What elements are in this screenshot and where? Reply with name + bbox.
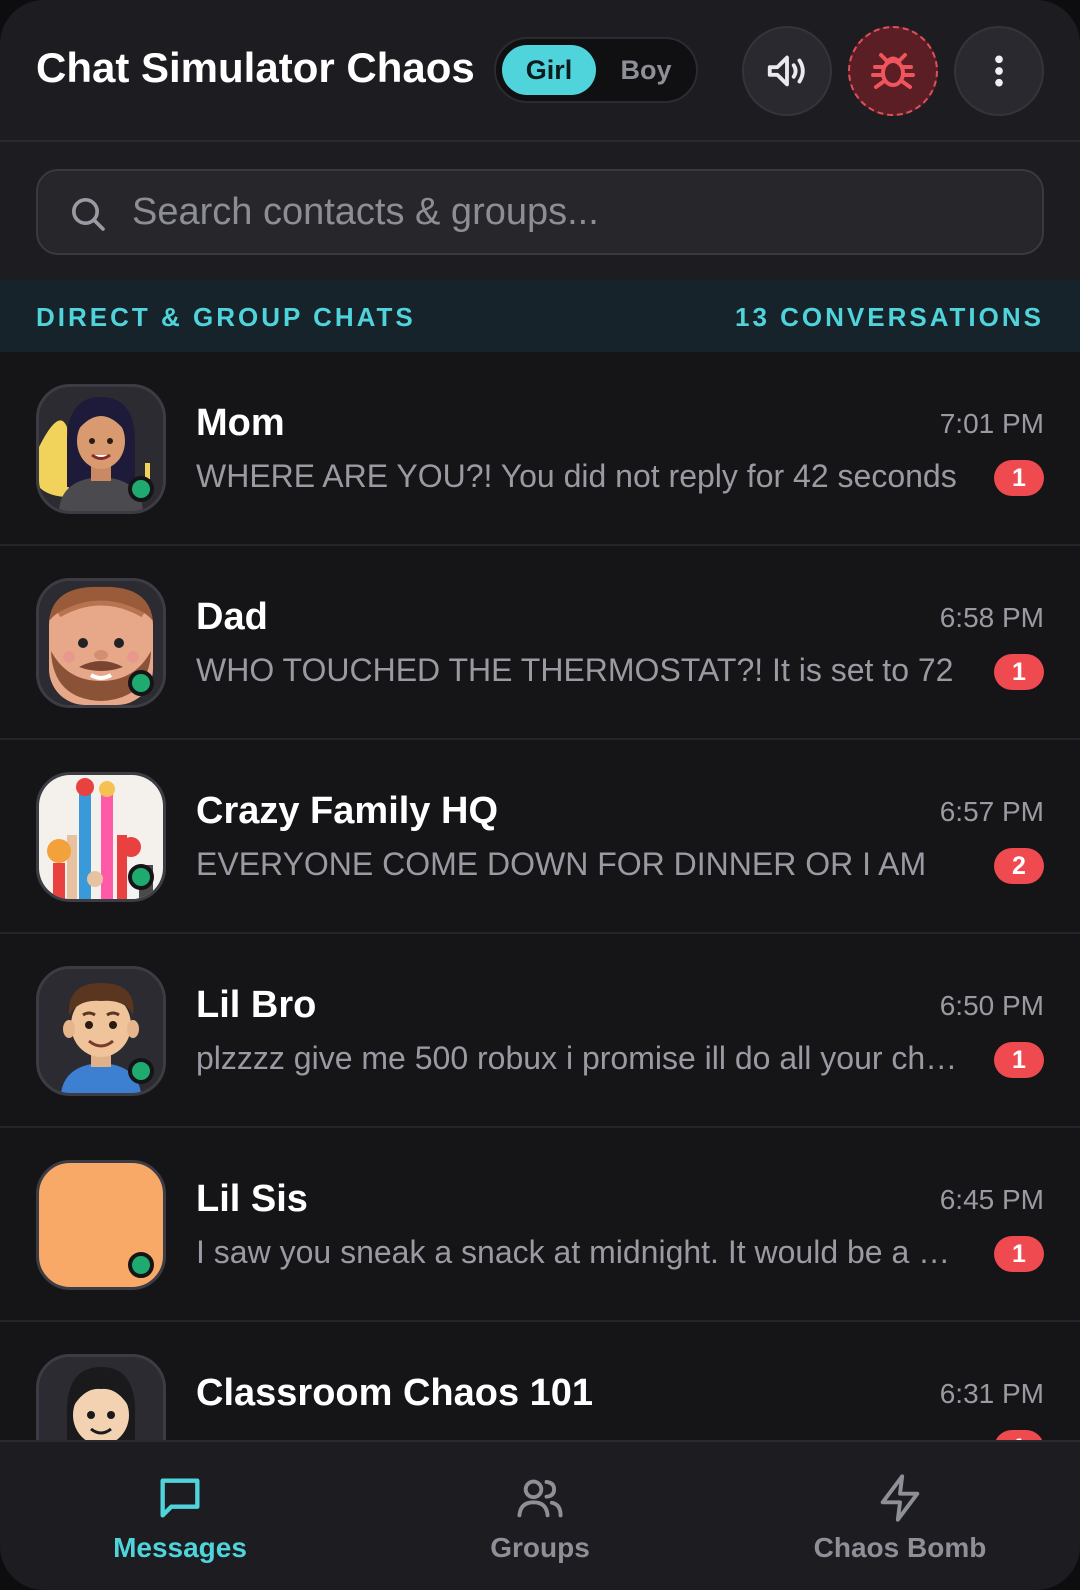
toggle-girl[interactable]: Girl [502,45,596,95]
search-area [0,142,1080,280]
chat-preview: EVERYONE COME DOWN FOR DINNER OR I AM [196,846,927,882]
chat-preview: WHERE ARE YOU?! You did not reply for 42… [196,458,957,494]
chat-time: 6:58 PM [939,602,1044,633]
chat-list: Mom 7:01 PM WHERE ARE YOU?! You did not … [0,352,1080,1440]
unread-badge: 1 [994,460,1044,496]
chat-row-lil-bro[interactable]: Lil Bro 6:50 PM plzzzz give me 500 robux… [0,934,1080,1128]
section-title: DIRECT & GROUP CHATS [36,302,416,332]
more-button[interactable] [954,26,1044,116]
nav-messages[interactable]: Messages [0,1442,360,1590]
unread-badge: 1 [994,1430,1044,1440]
chat-name: Classroom Chaos 101 [196,1372,594,1414]
search-input[interactable] [132,171,1022,253]
chat-row-mom[interactable]: Mom 7:01 PM WHERE ARE YOU?! You did not … [0,352,1080,546]
toggle-boy[interactable]: Boy [600,45,692,95]
bug-icon [871,53,915,89]
nav-groups-label: Groups [490,1532,590,1563]
debug-button[interactable] [848,26,938,116]
app-window: Chat Simulator Chaos Girl Boy Search con… [0,0,1080,1590]
chat-name: Crazy Family HQ [196,790,498,832]
chat-row-classroom-chaos-101[interactable]: Classroom Chaos 101 6:31 PM 1 [0,1322,1080,1440]
app-title: Chat Simulator Chaos [36,44,475,91]
message-square-icon [160,1478,200,1518]
nav-messages-label: Messages [113,1532,247,1563]
chat-time: 6:50 PM [939,990,1044,1021]
more-vertical-icon [995,55,1003,87]
unread-badge: 1 [994,1236,1044,1272]
chat-name: Lil Sis [196,1178,308,1220]
section-header: DIRECT & GROUP CHATS 13 CONVERSATIONS [0,280,1080,352]
online-indicator [128,476,154,502]
chat-time: 6:45 PM [939,1184,1044,1215]
online-indicator [128,670,154,696]
nav-groups[interactable]: Groups [360,1442,720,1590]
chat-name: Dad [196,596,268,638]
chat-preview: plzzzz give me 500 robux i promise ill d… [196,1040,966,1076]
unread-badge: 2 [994,848,1044,884]
chat-time: 7:01 PM [939,408,1044,439]
gender-toggle[interactable]: Girl Boy [494,37,698,103]
online-indicator [128,1058,154,1084]
chat-time: 6:57 PM [939,796,1044,827]
unread-badge: 1 [994,654,1044,690]
search-box[interactable] [36,169,1044,255]
online-indicator [128,1252,154,1278]
avatar-classroom-chaos-101 [36,1354,166,1440]
speaker-icon [767,55,805,87]
nav-chaos-bomb[interactable]: Chaos Bomb [720,1442,1080,1590]
chat-row-crazy-family-hq[interactable]: Crazy Family HQ 6:57 PM EVERYONE COME DO… [0,740,1080,934]
unread-badge: 1 [994,1042,1044,1078]
nav-chaos-bomb-label: Chaos Bomb [813,1532,987,1563]
classroom-avatar-icon [39,1357,163,1440]
lightning-icon [880,1474,920,1522]
chat-name: Lil Bro [196,984,317,1026]
users-icon [517,1479,563,1518]
sound-button[interactable] [742,26,832,116]
chat-name: Mom [196,402,285,444]
search-icon [72,198,105,231]
chat-time: 6:31 PM [939,1378,1044,1409]
online-indicator [128,864,154,890]
chat-preview: I saw you sneak a snack at midnight. It … [196,1234,966,1270]
chat-row-lil-sis[interactable]: Lil Sis 6:45 PM I saw you sneak a snack … [0,1128,1080,1322]
top-bar: Chat Simulator Chaos Girl Boy [0,0,1080,142]
conversation-count: 13 CONVERSATIONS [734,302,1044,332]
chat-preview: WHO TOUCHED THE THERMOSTAT?! It is set t… [196,652,954,688]
bottom-nav: Messages Groups Chaos Bomb [0,1440,1080,1590]
chat-row-dad[interactable]: Dad 6:58 PM WHO TOUCHED THE THERMOSTAT?!… [0,546,1080,740]
